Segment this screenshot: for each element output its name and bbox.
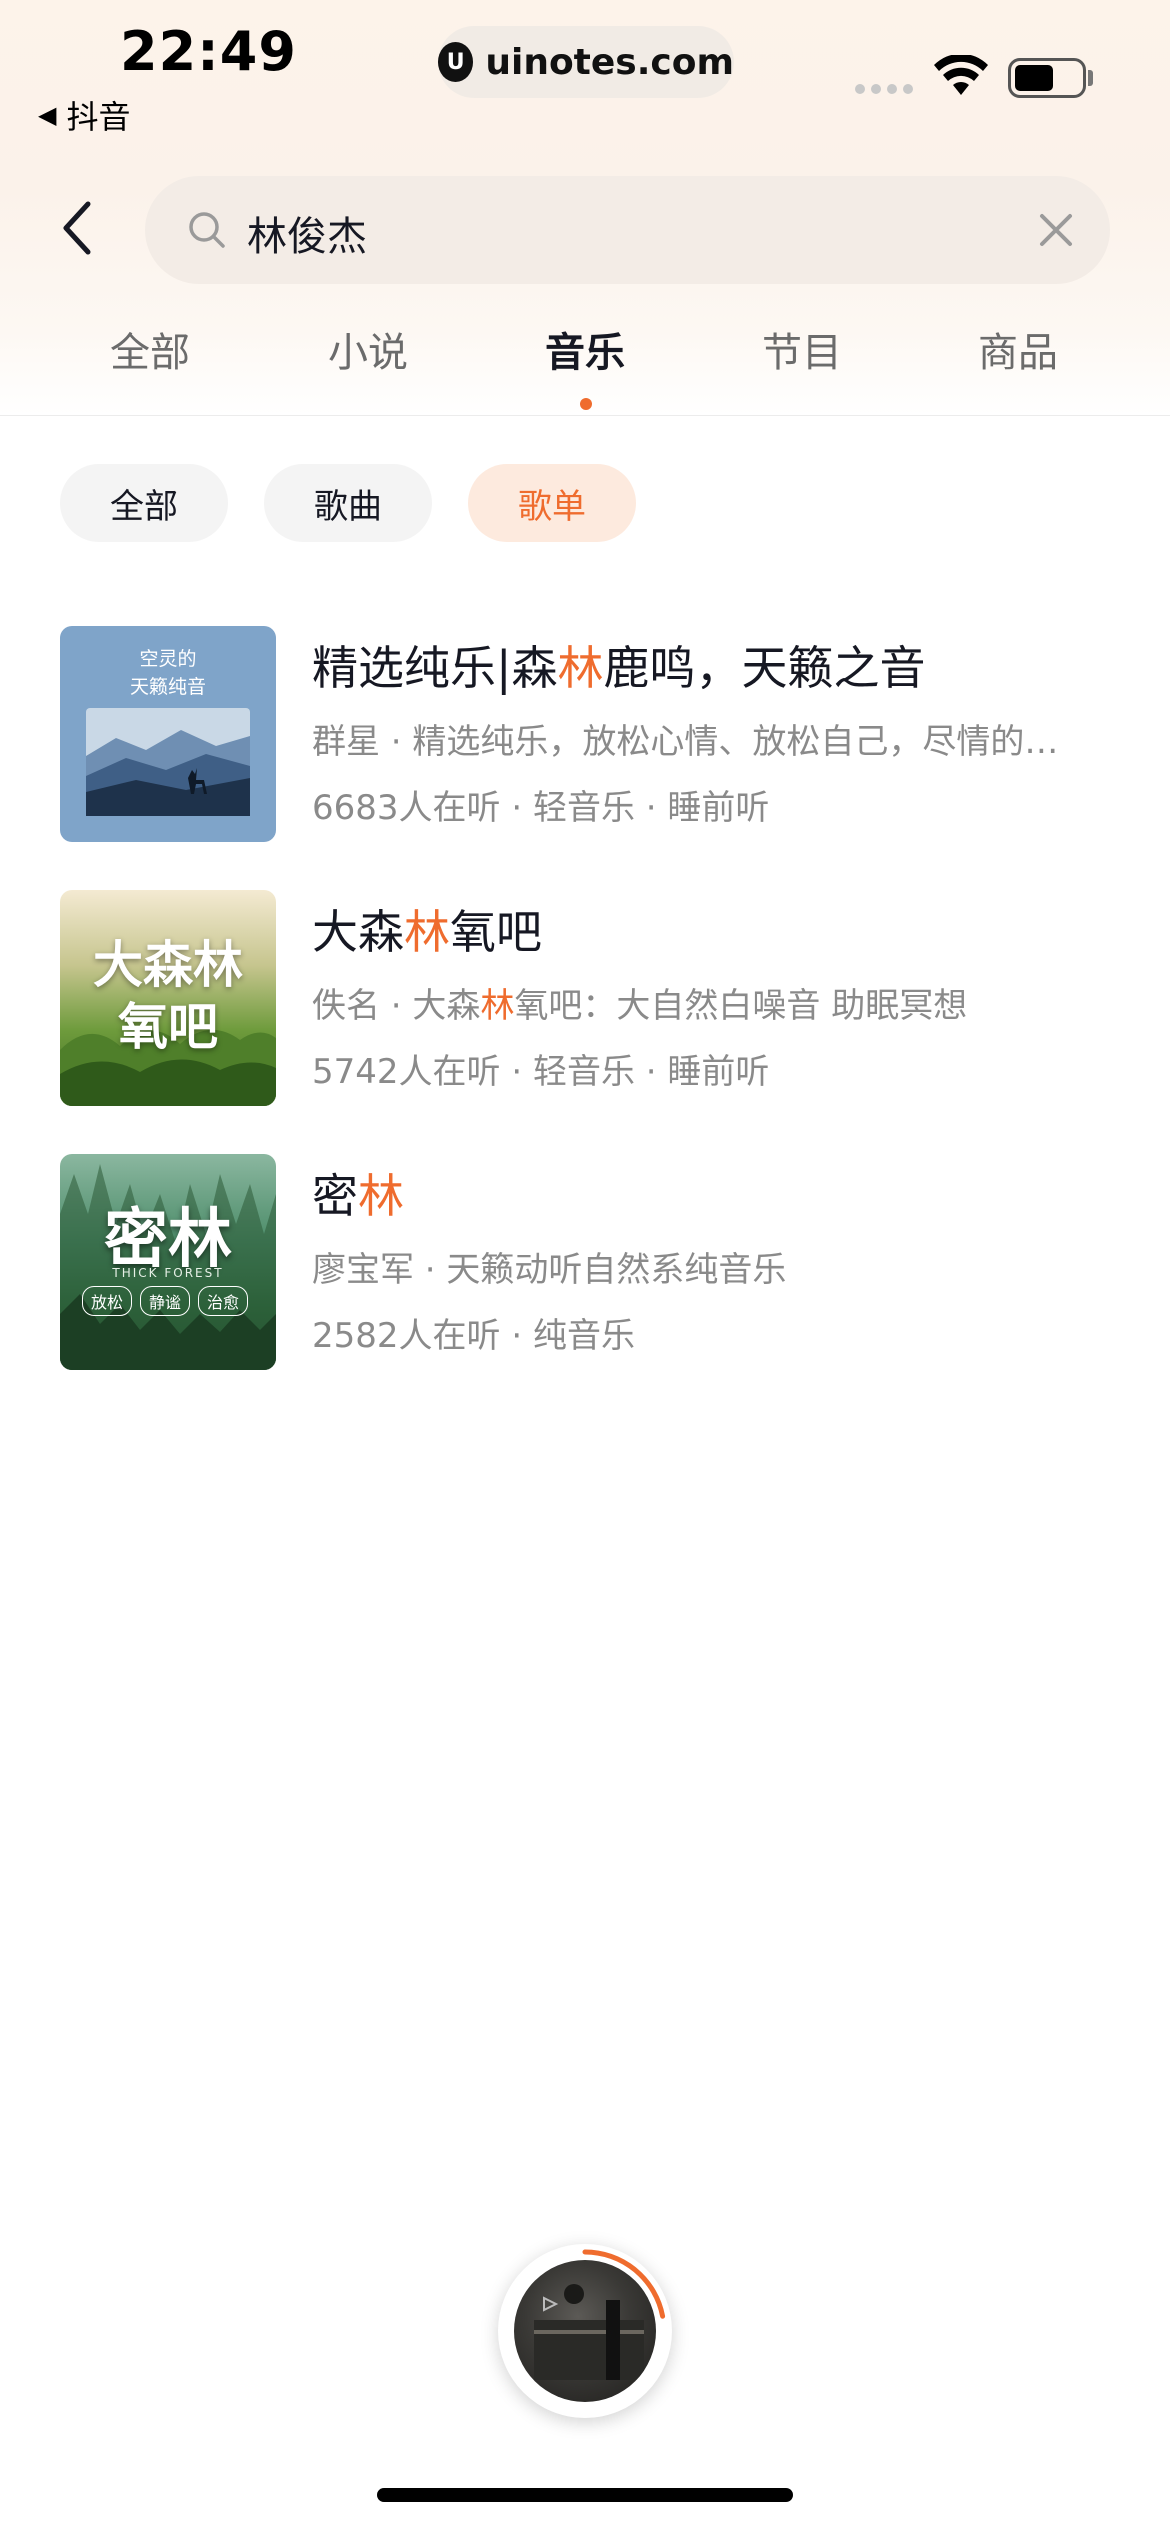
filter-chip-songs[interactable]: 歌曲 xyxy=(264,464,432,542)
playlist-cover: 空灵的 天籁纯音 xyxy=(60,626,276,842)
playlist-item[interactable]: 空灵的 天籁纯音 精选纯乐|森林鹿鸣，天籁之音 群星 · 精选纯乐，放松心情、放… xyxy=(60,626,1120,844)
search-icon xyxy=(189,212,225,248)
playlist-subtitle: 群星 · 精选纯乐，放松心情、放松自己，尽情的… xyxy=(312,722,1059,762)
url-pill[interactable]: U uinotes.com xyxy=(438,26,734,98)
back-to-app-link[interactable]: ◀ 抖音 xyxy=(38,92,130,138)
playlist-title: 密林 xyxy=(312,1169,404,1223)
playlist-meta: 2582人在听 · 纯音乐 xyxy=(312,1316,635,1356)
url-text: uinotes.com xyxy=(485,41,734,83)
playlist-meta: 5742人在听 · 轻音乐 · 睡前听 xyxy=(312,1052,770,1092)
category-tabs: 全部 小说 音乐 节目 商品 xyxy=(0,320,1170,410)
tab-program[interactable]: 节目 xyxy=(702,320,902,378)
battery-icon xyxy=(1008,58,1086,98)
search-query: 林俊杰 xyxy=(247,214,367,260)
cover-caption-subtitle: THICK FOREST xyxy=(112,1266,224,1280)
search-input[interactable]: 林俊杰 xyxy=(145,176,1110,284)
playlist-item[interactable]: 密林 THICK FOREST 放松 静谧 治愈 密林 廖宝军 · 天籁动听自然… xyxy=(60,1154,1120,1372)
close-icon[interactable] xyxy=(1036,210,1076,250)
cover-caption-line-2: 天籁纯音 xyxy=(129,676,206,698)
back-app-label: 抖音 xyxy=(66,98,131,136)
search-results-page: 22:49 ◀ 抖音 U uinotes.com 林俊杰 全部 小说 音乐 节目 xyxy=(0,0,1170,2532)
tab-goods[interactable]: 商品 xyxy=(918,320,1118,378)
playlist-title: 大森林氧吧 xyxy=(312,905,542,959)
playlist-title: 精选纯乐|森林鹿鸣，天籁之音 xyxy=(312,641,926,695)
cover-caption-line-1: 大森林 xyxy=(93,936,243,994)
home-indicator xyxy=(377,2488,793,2502)
chevron-left-icon[interactable] xyxy=(54,198,104,258)
tab-novel[interactable]: 小说 xyxy=(268,320,468,378)
filter-chip-all[interactable]: 全部 xyxy=(60,464,228,542)
status-time: 22:49 xyxy=(120,20,297,83)
tab-music[interactable]: 音乐 xyxy=(485,320,685,378)
cover-tag: 放松 xyxy=(82,1286,133,1316)
playlist-cover: 大森林 氧吧 xyxy=(60,890,276,1106)
cellular-signal-icon xyxy=(855,84,913,94)
battery-nub xyxy=(1088,70,1093,86)
cover-tag: 静谧 xyxy=(140,1286,191,1316)
tab-all[interactable]: 全部 xyxy=(50,320,250,378)
playlist-subtitle: 佚名 · 大森林氧吧：大自然白噪音 助眠冥想 xyxy=(312,986,968,1026)
mountain-deer-illustration xyxy=(86,708,250,816)
back-triangle-icon: ◀ xyxy=(38,101,57,129)
active-tab-indicator xyxy=(580,398,592,410)
site-logo-icon: U xyxy=(438,42,474,82)
tabs-divider xyxy=(0,415,1170,416)
filter-chip-playlists[interactable]: 歌单 xyxy=(468,464,636,542)
playback-progress-ring xyxy=(582,2249,666,2319)
cover-caption-line-1: 空灵的 xyxy=(139,648,197,670)
mini-player-button[interactable] xyxy=(498,2244,672,2418)
cover-caption-line-2: 氧吧 xyxy=(118,998,218,1056)
playlist-subtitle: 廖宝军 · 天籁动听自然系纯音乐 xyxy=(312,1250,787,1290)
wifi-icon xyxy=(934,55,988,95)
cover-tags: 放松 静谧 治愈 xyxy=(82,1286,249,1316)
cover-tag: 治愈 xyxy=(198,1286,249,1316)
playlist-meta: 6683人在听 · 轻音乐 · 睡前听 xyxy=(312,788,770,828)
playlist-item[interactable]: 大森林 氧吧 大森林氧吧 佚名 · 大森林氧吧：大自然白噪音 助眠冥想 5742… xyxy=(60,890,1120,1108)
playlist-cover: 密林 THICK FOREST 放松 静谧 治愈 xyxy=(60,1154,276,1370)
